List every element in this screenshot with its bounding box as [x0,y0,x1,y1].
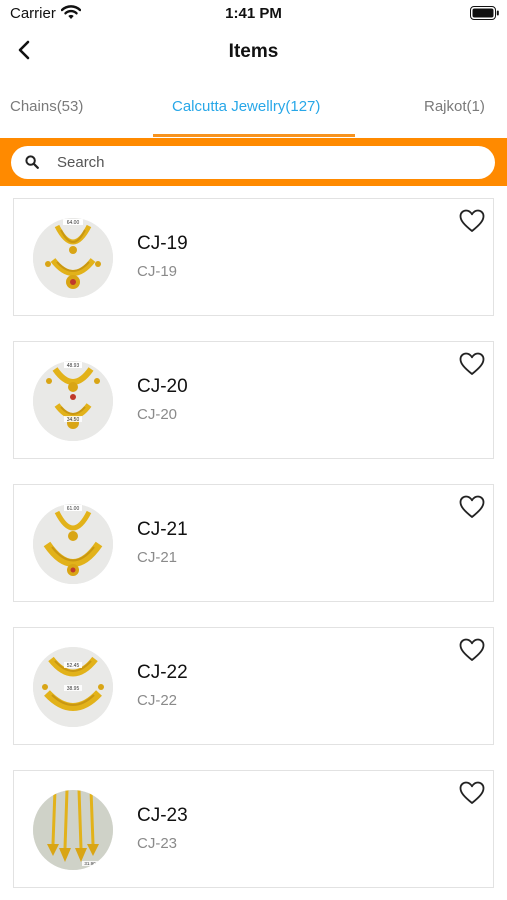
nav-bar: Items [0,28,507,78]
item-card[interactable]: 31.90 CJ-23 CJ-23 [13,770,494,888]
item-title: CJ-22 [137,662,188,683]
item-subtitle: CJ-23 [137,835,178,852]
item-card[interactable]: 64.00 CJ-19 CJ-19 [13,198,494,316]
thumb-weight-label: 52.45 [67,663,80,669]
favorite-button[interactable] [459,209,489,237]
item-thumbnail: 48.93 34.50 [33,361,113,441]
back-button[interactable] [6,34,42,70]
thumb-weight-label: 64.00 [67,220,80,226]
item-list: 64.00 CJ-19 CJ-19 48.93 34.50 CJ-20 CJ-2… [0,186,507,900]
thumb-weight-label: 38.95 [67,686,80,692]
item-title: CJ-23 [137,805,188,826]
item-title: CJ-21 [137,519,188,540]
thumb-weight-label: 34.50 [67,417,80,423]
heart-outline-icon [459,781,485,809]
heart-outline-icon [459,352,485,380]
item-subtitle: CJ-21 [137,549,178,566]
tab-chains[interactable]: Chains(53) [10,98,83,115]
tab-rajkot[interactable]: Rajkot(1) [424,98,485,115]
tab-calcutta-jewellry[interactable]: Calcutta Jewellry(127) [172,98,320,115]
item-title: CJ-20 [137,376,188,397]
item-title: CJ-19 [137,233,188,254]
search-icon [25,155,39,174]
page-title: Items [228,41,279,62]
item-thumbnail: 61.00 [33,504,113,584]
heart-outline-icon [459,495,485,523]
active-tab-indicator [153,134,355,137]
item-subtitle: CJ-20 [137,406,178,423]
item-thumbnail: 52.45 38.95 [33,647,113,727]
search-input[interactable] [57,146,477,179]
item-card[interactable]: 48.93 34.50 CJ-20 CJ-20 [13,341,494,459]
item-subtitle: CJ-19 [137,263,178,280]
item-card[interactable]: 52.45 38.95 CJ-22 CJ-22 [13,627,494,745]
item-card[interactable]: 61.00 CJ-21 CJ-21 [13,484,494,602]
heart-outline-icon [459,638,485,666]
chevron-left-icon [17,40,31,65]
item-subtitle: CJ-22 [137,692,178,709]
item-thumbnail: 31.90 [33,790,113,870]
thumb-weight-label: 48.93 [67,363,80,369]
search-box[interactable] [11,146,495,179]
favorite-button[interactable] [459,781,489,809]
favorite-button[interactable] [459,352,489,380]
search-bar [0,138,507,186]
thumb-weight-label: 61.00 [67,506,80,512]
category-tabs: Chains(53) Calcutta Jewellry(127) Rajkot… [0,88,507,138]
battery-icon [470,6,500,25]
heart-outline-icon [459,209,485,237]
favorite-button[interactable] [459,638,489,666]
status-bar: Carrier 1:41 PM [0,0,507,28]
favorite-button[interactable] [459,495,489,523]
item-thumbnail: 64.00 [33,218,113,298]
status-time: 1:41 PM [225,5,282,22]
thumb-weight-label: 31.90 [84,861,96,866]
